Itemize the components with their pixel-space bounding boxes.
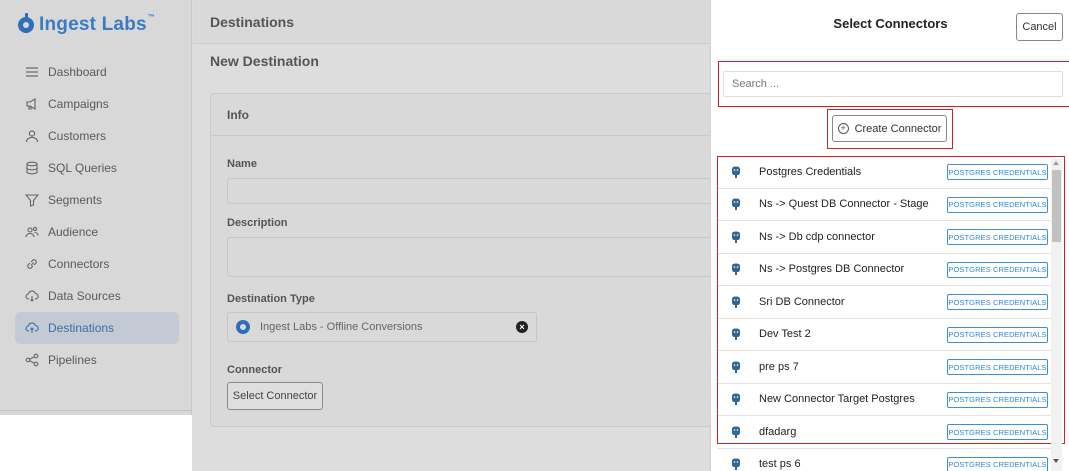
sidebar-item-customers[interactable]: Customers [15, 120, 179, 152]
scroll-down-arrow-icon[interactable] [1053, 459, 1059, 463]
connector-label: Connector [227, 364, 282, 376]
create-connector-button[interactable]: + Create Connector [832, 115, 947, 142]
search-input[interactable] [723, 71, 1063, 97]
sidebar-nav: Dashboard Campaigns Customers SQL Querie… [15, 56, 179, 376]
sidebar-item-label: Customers [48, 129, 107, 143]
sidebar-item-label: SQL Queries [48, 161, 117, 175]
scroll-thumb[interactable] [1052, 170, 1061, 242]
sidebar-item-destinations[interactable]: Destinations [15, 312, 179, 344]
plus-circle-icon: + [837, 123, 849, 134]
sidebar-item-data-sources[interactable]: Data Sources [15, 280, 179, 312]
destination-type-value: Ingest Labs - Offline Conversions [260, 321, 423, 333]
list-item[interactable]: test ps 6 POSTGRES CREDENTIALS [717, 449, 1052, 471]
sidebar-item-label: Segments [48, 193, 103, 207]
sidebar-item-connectors[interactable]: Connectors [15, 248, 179, 280]
name-input[interactable] [227, 178, 727, 204]
logo[interactable]: Ingest Labs™ [18, 13, 155, 36]
cloud-download-icon [25, 289, 39, 303]
ingest-labs-logo-icon [18, 13, 34, 33]
sidebar: Ingest Labs™ Dashboard Campaigns Custome… [0, 0, 192, 471]
sidebar-item-label: Connectors [48, 257, 110, 271]
search-highlight [718, 61, 1069, 107]
sidebar-item-audience[interactable]: Audience [15, 216, 179, 248]
database-icon [25, 161, 39, 175]
sidebar-divider [0, 410, 192, 411]
sidebar-item-label: Destinations [48, 321, 115, 335]
funnel-icon [25, 193, 39, 207]
sidebar-item-label: Data Sources [48, 289, 121, 303]
sidebar-item-pipelines[interactable]: Pipelines [15, 344, 179, 376]
name-label: Name [227, 158, 257, 170]
sidebar-item-sql-queries[interactable]: SQL Queries [15, 152, 179, 184]
sidebar-item-dashboard[interactable]: Dashboard [15, 56, 179, 88]
create-connector-label: Create Connector [854, 122, 942, 135]
sidebar-item-label: Audience [48, 225, 99, 239]
create-connector-highlight: + Create Connector [827, 109, 953, 149]
connector-list-highlight [717, 156, 1065, 444]
select-connectors-panel: Select Connectors Cancel + Create Connec… [710, 0, 1069, 471]
topbar: Destinations [193, 0, 709, 44]
clear-icon[interactable]: × [516, 321, 528, 333]
scroll-up-arrow-icon[interactable] [1053, 161, 1059, 165]
link-icon [25, 257, 39, 271]
destination-type-select[interactable]: Ingest Labs - Offline Conversions × [227, 312, 537, 342]
list-icon [25, 65, 39, 79]
postgres-icon [732, 458, 740, 471]
info-card: Info Name Description Destination Type I… [210, 93, 730, 427]
sidebar-item-label: Campaigns [48, 97, 109, 111]
logo-text: Ingest Labs™ [39, 14, 155, 35]
user-icon [25, 129, 39, 143]
users-icon [25, 225, 39, 239]
page-title: New Destination [210, 53, 319, 69]
sidebar-item-segments[interactable]: Segments [15, 184, 179, 216]
description-label: Description [227, 217, 288, 229]
destination-type-label: Destination Type [227, 293, 315, 305]
connector-list-scrollbar[interactable] [1051, 159, 1062, 471]
megaphone-icon [25, 97, 39, 111]
sidebar-footer [0, 415, 192, 471]
connector-name: test ps 6 [759, 458, 801, 471]
header-title: Destinations [210, 13, 295, 30]
sidebar-item-label: Dashboard [48, 65, 107, 79]
main-content: Destinations New Destination Info Name D… [193, 0, 730, 471]
cancel-button[interactable]: Cancel [1016, 13, 1063, 41]
card-title: Info [211, 94, 729, 136]
sidebar-item-campaigns[interactable]: Campaigns [15, 88, 179, 120]
share-icon [25, 353, 39, 367]
description-input[interactable] [227, 237, 727, 277]
ingest-labs-logo-icon [236, 320, 250, 334]
select-connector-button[interactable]: Select Connector [227, 382, 323, 410]
connector-type-badge: POSTGRES CREDENTIALS [947, 456, 1048, 471]
sidebar-item-label: Pipelines [48, 353, 97, 367]
cloud-upload-icon [25, 321, 39, 335]
